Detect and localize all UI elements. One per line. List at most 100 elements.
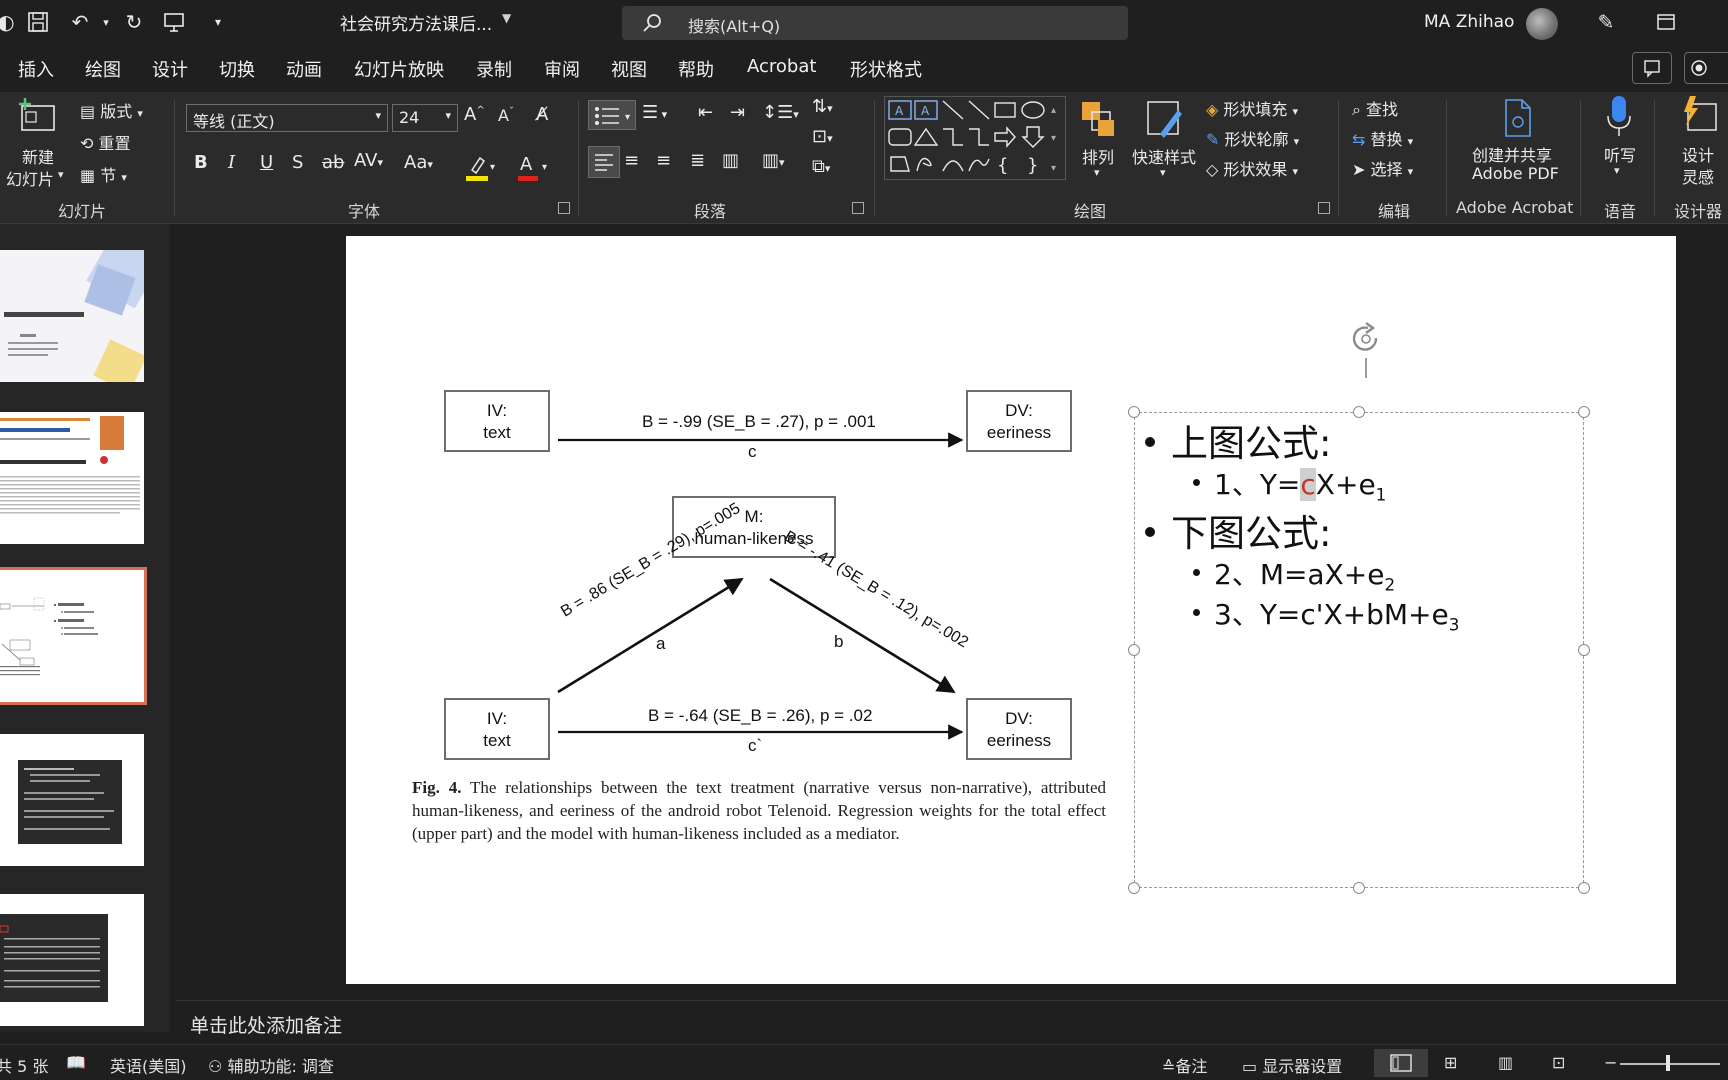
tab-draw[interactable]: 绘图 <box>85 56 121 82</box>
notes-pane[interactable]: 单击此处添加备注 <box>176 1000 1728 1044</box>
decrease-indent-icon[interactable]: ⇤ <box>698 102 713 123</box>
distributed-icon[interactable]: ▥ <box>722 150 739 171</box>
change-case-icon[interactable]: Aa▾ <box>404 152 433 173</box>
align-text-icon[interactable]: ⊡▾ <box>812 126 833 147</box>
bullet-heading-upper[interactable]: 上图公式: <box>1145 413 1331 467</box>
tab-review[interactable]: 审阅 <box>544 56 580 82</box>
shape-effects-button[interactable]: ◇ 形状效果 ▾ <box>1206 156 1298 180</box>
notes-toggle-button[interactable]: ≙备注 <box>1162 1053 1207 1077</box>
equation-2[interactable]: 2、M=aX+e2 <box>1193 553 1395 595</box>
search-box[interactable]: 搜索(Alt+Q) <box>622 6 1128 40</box>
arrange-label[interactable]: 排列 <box>1082 144 1114 168</box>
accessibility-button[interactable]: ⚇ 辅助功能: 调查 <box>208 1053 334 1077</box>
tab-animations[interactable]: 动画 <box>286 56 322 82</box>
select-button[interactable]: ➤ 选择 ▾ <box>1352 156 1413 180</box>
line-spacing-icon[interactable]: ↕☰▾ <box>762 102 799 123</box>
quick-styles-icon[interactable] <box>1142 96 1188 142</box>
language-indicator[interactable]: 英语(美国) <box>110 1053 187 1077</box>
tab-design[interactable]: 设计 <box>152 56 188 82</box>
pen-icon[interactable]: ✎ <box>1592 8 1620 36</box>
slide-canvas[interactable]: IV: text DV: eeriness M: human-likeness … <box>346 236 1676 984</box>
equation-1[interactable]: 1、Y=cX+e1 <box>1193 463 1386 505</box>
section-button[interactable]: ▦ 节 ▾ <box>80 162 127 186</box>
new-slide-dropdown-icon[interactable]: ▾ <box>58 168 64 181</box>
normal-view-button[interactable] <box>1374 1049 1428 1077</box>
reset-button[interactable]: ⟲ 重置 <box>80 130 131 154</box>
tab-help[interactable]: 帮助 <box>678 56 714 82</box>
equation-3[interactable]: 3、Y=c'X+bM+e3 <box>1193 593 1459 635</box>
resize-handle-bottom-left[interactable] <box>1128 882 1140 894</box>
find-button[interactable]: ⌕ 查找 <box>1352 96 1398 120</box>
font-name-select[interactable]: 等线 (正文) ▾ <box>186 104 388 132</box>
reading-view-icon[interactable]: ▥ <box>1498 1053 1513 1072</box>
arrange-dropdown-icon[interactable]: ▾ <box>1094 166 1100 179</box>
tab-transitions[interactable]: 切换 <box>219 56 255 82</box>
microphone-icon[interactable] <box>1604 94 1634 138</box>
bold-icon[interactable]: B <box>194 152 208 173</box>
slide-thumbnail-2[interactable] <box>0 412 144 544</box>
slide-thumbnail-1[interactable] <box>0 250 144 382</box>
slide-thumbnail-3-selected[interactable] <box>0 567 147 705</box>
dictate-dropdown-icon[interactable]: ▾ <box>1614 164 1620 177</box>
slide-sorter-icon[interactable]: ⊞ <box>1444 1053 1457 1072</box>
resize-handle-top-right[interactable] <box>1578 406 1590 418</box>
arrange-icon[interactable] <box>1076 98 1122 142</box>
decrease-font-icon[interactable]: Aˇ <box>498 106 514 125</box>
font-size-select[interactable]: 24 ▾ <box>392 104 458 132</box>
customize-toolbar-icon[interactable]: ▾ <box>204 8 232 36</box>
resize-handle-top[interactable] <box>1353 406 1365 418</box>
new-slide-label-2[interactable]: 幻灯片 <box>6 166 54 190</box>
adobe-pdf-icon[interactable] <box>1498 98 1536 138</box>
tab-view[interactable]: 视图 <box>611 56 647 82</box>
italic-icon[interactable]: I <box>228 152 235 173</box>
justify-icon[interactable]: ≣ <box>690 150 705 171</box>
new-slide-icon[interactable] <box>16 96 60 140</box>
smartart-icon[interactable]: ⧉▾ <box>812 156 830 177</box>
underline-icon[interactable]: U <box>260 152 273 173</box>
zoom-out-icon[interactable]: − <box>1604 1053 1617 1072</box>
slide-thumbnail-4[interactable] <box>0 734 144 866</box>
shadow-icon[interactable]: S <box>292 152 303 173</box>
title-dropdown-icon[interactable]: ▼ <box>502 11 511 25</box>
increase-font-icon[interactable]: A^ <box>464 104 485 125</box>
adobe-pdf-label[interactable]: Adobe PDF <box>1472 164 1559 183</box>
quick-styles-label[interactable]: 快速样式 <box>1132 144 1196 168</box>
bullet-heading-lower[interactable]: 下图公式: <box>1145 503 1331 557</box>
avatar[interactable] <box>1526 8 1558 40</box>
spell-check-icon[interactable]: 📖 <box>66 1053 86 1072</box>
bullets-button[interactable]: ▾ <box>588 100 636 130</box>
shapes-gallery[interactable]: A A { } ▴ ▾ ▾ <box>884 96 1066 180</box>
new-slide-label[interactable]: 新建 <box>22 144 54 168</box>
document-title[interactable]: 社会研究方法课后... <box>340 10 492 35</box>
zoom-slider[interactable] <box>1620 1063 1720 1065</box>
drawing-dialog-launcher-icon[interactable] <box>1318 202 1330 214</box>
resize-handle-right[interactable] <box>1578 644 1590 656</box>
replace-button[interactable]: ⇆ 替换 ▾ <box>1352 126 1413 150</box>
window-mode-icon[interactable] <box>1652 8 1680 36</box>
slide-thumbnail-5[interactable] <box>0 894 144 1026</box>
undo-icon[interactable]: ↶ <box>66 8 94 36</box>
clear-format-icon[interactable]: A̸ <box>536 104 548 125</box>
display-settings-button[interactable]: ▭ 显示器设置 <box>1242 1053 1342 1077</box>
strikethrough-icon[interactable]: ab <box>322 152 344 173</box>
resize-handle-bottom-right[interactable] <box>1578 882 1590 894</box>
user-name[interactable]: MA Zhihao <box>1424 12 1514 32</box>
comments-button[interactable] <box>1632 52 1672 84</box>
increase-indent-icon[interactable]: ⇥ <box>730 102 745 123</box>
font-dialog-launcher-icon[interactable] <box>558 202 570 214</box>
create-share-label[interactable]: 创建并共享 <box>1472 142 1552 166</box>
resize-handle-top-left[interactable] <box>1128 406 1140 418</box>
tab-shape-format[interactable]: 形状格式 <box>850 56 922 82</box>
text-direction-icon[interactable]: ⇅▾ <box>812 96 833 117</box>
zoom-slider-thumb[interactable] <box>1666 1055 1670 1071</box>
tab-insert[interactable]: 插入 <box>18 56 54 82</box>
resize-handle-bottom[interactable] <box>1353 882 1365 894</box>
paragraph-dialog-launcher-icon[interactable] <box>852 202 864 214</box>
record-button[interactable] <box>1684 52 1728 84</box>
design-label[interactable]: 设计 <box>1682 142 1714 166</box>
numbering-icon[interactable]: ☰ ▾ <box>642 102 667 123</box>
shape-fill-button[interactable]: ◈ 形状填充 ▾ <box>1206 96 1298 120</box>
rotate-handle-icon[interactable] <box>1346 320 1386 360</box>
tab-record[interactable]: 录制 <box>476 56 512 82</box>
align-right-icon[interactable]: ≡ <box>656 150 671 171</box>
